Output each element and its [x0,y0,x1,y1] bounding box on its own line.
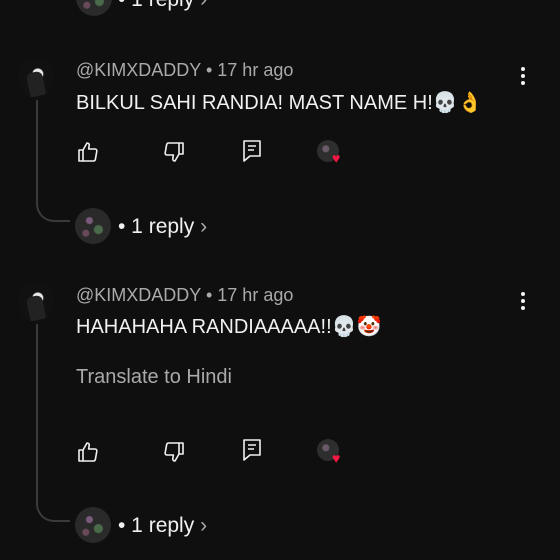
view-replies-link-top[interactable]: • 1 reply › [118,0,207,12]
reply-avatar-top [76,0,112,16]
heart-icon: ♥ [332,150,341,166]
chevron-right-icon: › [200,514,208,537]
thread-line [36,324,38,500]
comment-avatar[interactable] [18,282,54,322]
chevron-right-icon: › [200,215,208,238]
heart-icon: ♥ [332,450,341,466]
reply-count-label: • 1 reply [118,0,194,11]
thread-curve [36,200,70,222]
view-replies-link[interactable]: • 1 reply › [118,514,207,538]
reply-avatar [75,208,111,244]
reply-avatar [75,507,111,543]
thread-line [36,100,38,200]
more-vert-icon[interactable] [511,64,535,88]
more-vert-icon[interactable] [511,289,535,313]
comment-meta: @KIMXDADDY • 17 hr ago [76,285,293,306]
translate-link[interactable]: Translate to Hindi [76,366,232,389]
comment-icon[interactable] [240,138,264,164]
comment-text: HAHAHAHA RANDIAAAAA!!💀🤡 [76,316,382,338]
thread-curve [36,500,70,522]
comment-time: • 17 hr ago [205,60,294,80]
reply-count-label: • 1 reply [118,215,195,238]
comment-author[interactable]: @KIMXDADDY [76,285,201,305]
comment-icon[interactable] [240,437,264,463]
comment-author[interactable]: @KIMXDADDY [76,60,201,80]
comment-avatar[interactable] [18,58,54,98]
comment-time: • 17 hr ago [205,285,294,305]
comment-meta: @KIMXDADDY • 17 hr ago [76,60,293,81]
reply-count-label: • 1 reply [118,514,195,537]
chevron-right-icon: › [200,0,207,11]
thumb-down-icon[interactable] [162,440,186,464]
thumb-up-icon[interactable] [76,440,100,464]
comment-text: BILKUL SAHI RANDIA! MAST NAME H!💀👌 [76,92,483,114]
thumb-down-icon[interactable] [162,140,186,164]
thumb-up-icon[interactable] [76,140,100,164]
view-replies-link[interactable]: • 1 reply › [118,215,207,239]
